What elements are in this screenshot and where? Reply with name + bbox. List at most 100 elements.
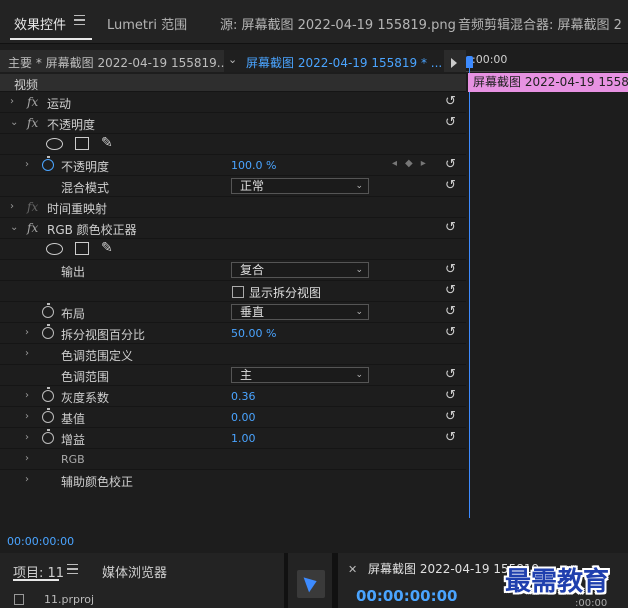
source-selector-bar: 主要 * 屏幕截图 2022-04-19 155819... ⌄ 屏幕截图 20…	[0, 50, 466, 72]
reset-icon[interactable]: ↺	[445, 263, 459, 276]
tonal-range-select[interactable]: 主 ⌄	[231, 367, 369, 383]
program-duration: :00:00	[575, 598, 608, 608]
pen-mask-icon[interactable]: ✎	[101, 135, 113, 151]
ellipse-mask-icon[interactable]	[46, 138, 63, 150]
checkbox-label[interactable]: 显示拆分视图	[249, 284, 321, 301]
reset-icon[interactable]: ↺	[445, 431, 459, 444]
fx-icon[interactable]: fx	[27, 95, 38, 109]
param-row-split-percent: › 拆分视图百分比 50.00 % ↺	[0, 323, 466, 344]
select-value: 主	[240, 368, 253, 382]
tab-lumetri-scopes[interactable]: Lumetri 范围	[107, 14, 187, 33]
param-label: 基值	[61, 412, 86, 426]
selection-tool-icon[interactable]	[297, 570, 325, 598]
effect-label: RGB 颜色校正器	[47, 223, 137, 237]
playhead-line	[469, 68, 470, 518]
param-label: 增益	[61, 433, 86, 447]
stopwatch-icon[interactable]	[42, 303, 54, 318]
chevron-right-icon[interactable]: ›	[25, 390, 29, 401]
fx-icon[interactable]: fx	[27, 221, 38, 235]
reset-icon[interactable]: ↺	[445, 326, 459, 339]
select-value: 复合	[240, 263, 265, 277]
output-select[interactable]: 复合 ⌄	[231, 262, 369, 278]
active-tab-indicator	[10, 38, 92, 40]
stopwatch-icon[interactable]	[42, 156, 54, 171]
effect-row-opacity[interactable]: ⌄ fx 不透明度 ↺	[0, 113, 466, 134]
reset-icon[interactable]: ↺	[445, 116, 459, 129]
panel-menu-icon[interactable]	[74, 15, 85, 25]
fx-icon[interactable]: fx	[27, 116, 38, 130]
section-title: 视频	[14, 78, 39, 92]
timeline-ruler[interactable]	[466, 68, 628, 72]
chevron-right-icon[interactable]: ›	[25, 348, 29, 359]
stopwatch-icon[interactable]	[42, 408, 54, 423]
param-label: RGB	[61, 453, 85, 466]
chevron-down-icon[interactable]: ⌄	[10, 117, 18, 128]
param-label: 色调范围定义	[61, 349, 134, 363]
chevron-right-icon[interactable]: ›	[25, 411, 29, 422]
stopwatch-icon[interactable]	[42, 387, 54, 402]
close-icon[interactable]: ✕	[348, 563, 357, 576]
stopwatch-icon[interactable]	[42, 429, 54, 444]
param-row-split-view: 显示拆分视图 ↺	[0, 281, 466, 302]
stopwatch-icon[interactable]	[42, 324, 54, 339]
param-row-gain: › 增益 1.00 ↺	[0, 428, 466, 449]
panel-tab-bar: 效果控件 Lumetri 范围 源: 屏幕截图 2022-04-19 15581…	[0, 0, 628, 44]
param-label: 输出	[61, 265, 86, 279]
param-row-gamma: › 灰度系数 0.36 ↺	[0, 386, 466, 407]
master-clip-label[interactable]: 主要 * 屏幕截图 2022-04-19 155819...	[8, 54, 228, 71]
effect-label: 运动	[47, 97, 72, 111]
split-view-checkbox[interactable]	[232, 286, 244, 298]
param-row-pedestal: › 基值 0.00 ↺	[0, 407, 466, 428]
project-panel: 项目: 11 媒体浏览器 11.prproj	[0, 553, 284, 608]
chevron-right-icon[interactable]: ›	[25, 432, 29, 443]
reset-icon[interactable]: ↺	[445, 158, 459, 171]
chevron-right-icon[interactable]: ›	[10, 96, 14, 107]
split-percent-value[interactable]: 50.00 %	[231, 327, 276, 340]
playhead-handle[interactable]	[466, 56, 473, 68]
panel-menu-icon[interactable]	[67, 564, 78, 574]
gamma-value[interactable]: 0.36	[231, 390, 256, 403]
effect-row-rgb-corrector[interactable]: ⌄ fx RGB 颜色校正器 ↺	[0, 218, 466, 239]
opacity-value[interactable]: 100.0 %	[231, 159, 276, 172]
reset-icon[interactable]: ↺	[445, 389, 459, 402]
chevron-right-icon[interactable]: ›	[25, 474, 29, 485]
ellipse-mask-icon[interactable]	[46, 243, 63, 255]
reset-icon[interactable]: ↺	[445, 410, 459, 423]
reset-icon[interactable]: ↺	[445, 221, 459, 234]
keyframe-nav-icon[interactable]: ◂◆▸	[392, 158, 434, 169]
rectangle-mask-icon[interactable]	[75, 137, 89, 150]
effect-row-time-remap[interactable]: › fx 时间重映射	[0, 197, 466, 218]
chevron-down-icon: ⌄	[355, 370, 363, 380]
tab-source-monitor[interactable]: 源: 屏幕截图 2022-04-19 155819.png	[220, 14, 456, 33]
rectangle-mask-icon[interactable]	[75, 242, 89, 255]
gain-value[interactable]: 1.00	[231, 432, 256, 445]
program-timecode[interactable]: 00:00:00:00	[356, 587, 458, 605]
chevron-right-icon[interactable]: ›	[25, 159, 29, 170]
video-section-header: 视频	[0, 74, 466, 92]
param-row-blend-mode: 混合模式 正常 ⌄ ↺	[0, 176, 466, 197]
reset-icon[interactable]: ↺	[445, 284, 459, 297]
current-timecode[interactable]: 00:00:00:00	[7, 535, 74, 548]
reset-icon[interactable]: ↺	[445, 179, 459, 192]
tab-media-browser[interactable]: 媒体浏览器	[102, 562, 167, 581]
pen-mask-icon[interactable]: ✎	[101, 240, 113, 256]
clip-selector[interactable]: ⌄ 屏幕截图 2022-04-19 155819 * ...	[224, 50, 444, 72]
param-label: 辅助颜色校正	[61, 475, 134, 489]
reset-icon[interactable]: ↺	[445, 305, 459, 318]
tab-audio-clip-mixer[interactable]: 音频剪辑混合器: 屏幕截图 2	[458, 14, 622, 33]
reset-icon[interactable]: ↺	[445, 95, 459, 108]
blend-mode-select[interactable]: 正常 ⌄	[231, 178, 369, 194]
chevron-right-icon[interactable]: ›	[25, 453, 29, 464]
timeline-clip[interactable]: 屏幕截图 2022-04-19 155819.png	[468, 73, 628, 92]
play-triangle-icon[interactable]	[451, 58, 457, 68]
pedestal-value[interactable]: 0.00	[231, 411, 256, 424]
chevron-down-icon[interactable]: ⌄	[10, 222, 18, 233]
effect-row-motion[interactable]: › fx 运动 ↺	[0, 92, 466, 113]
layout-select[interactable]: 垂直 ⌄	[231, 304, 369, 320]
chevron-right-icon[interactable]: ›	[25, 327, 29, 338]
project-file-name[interactable]: 11.prproj	[44, 593, 94, 606]
reset-icon[interactable]: ↺	[445, 368, 459, 381]
chevron-right-icon[interactable]: ›	[10, 201, 14, 212]
mask-tools-row: ✎	[0, 134, 466, 155]
tab-effect-controls[interactable]: 效果控件	[14, 14, 66, 33]
